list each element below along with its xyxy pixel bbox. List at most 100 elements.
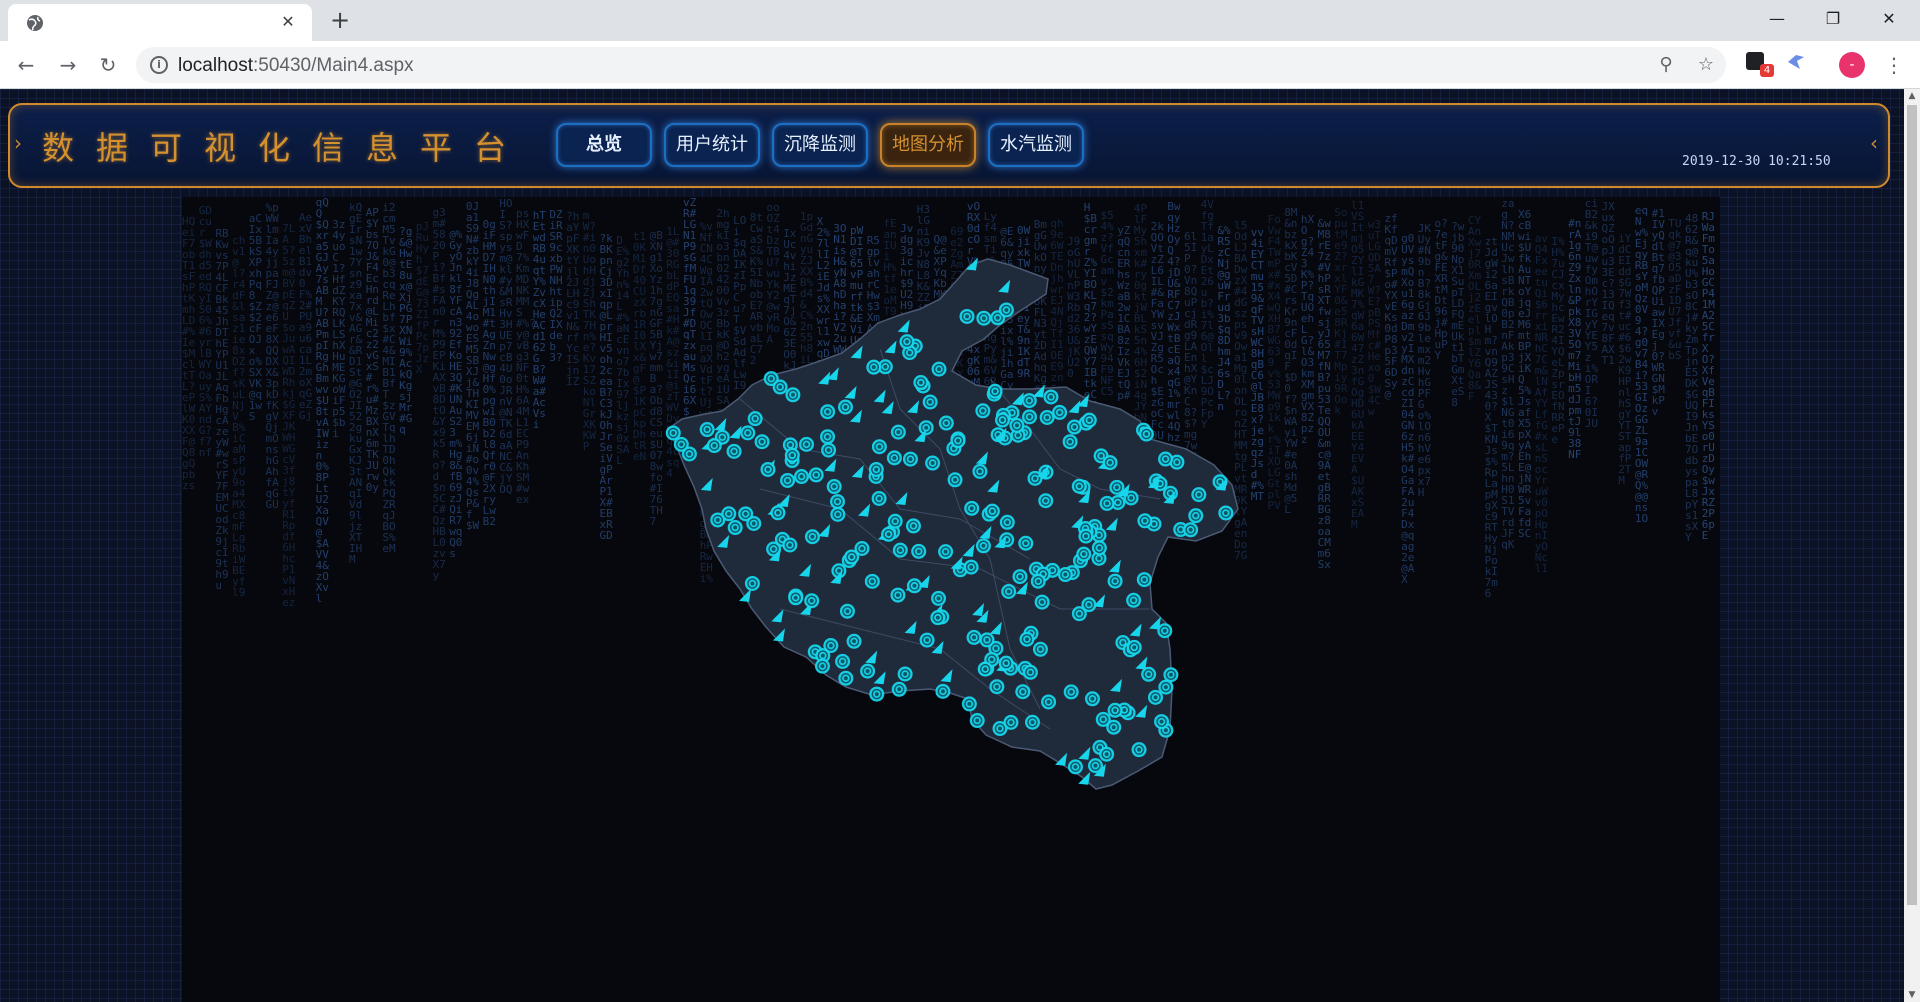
browser-tab[interactable]: ✕ <box>8 4 312 41</box>
map-marker-pin[interactable] <box>814 658 830 674</box>
map-marker-pin[interactable] <box>804 529 820 545</box>
map-marker-pin[interactable] <box>977 661 993 677</box>
map-marker-pin[interactable] <box>922 394 938 410</box>
zoom-icon[interactable]: ⚲ <box>1656 55 1676 75</box>
map-marker-pin[interactable] <box>826 479 842 495</box>
map-marker-pin[interactable] <box>788 590 804 606</box>
map-marker-pin[interactable] <box>1019 631 1035 647</box>
map-marker-pin[interactable] <box>1136 572 1152 588</box>
map-marker-pin[interactable] <box>959 308 975 324</box>
map-marker-pin[interactable] <box>919 632 935 648</box>
map-marker-pin[interactable] <box>760 461 776 477</box>
map-marker-pin[interactable] <box>906 578 922 594</box>
nav-user-stats[interactable]: 用户统计 <box>664 123 760 167</box>
map-marker-pin[interactable] <box>699 422 715 438</box>
reload-icon[interactable]: ↻ <box>94 51 122 79</box>
map-marker-pin[interactable] <box>754 434 770 450</box>
map-marker-pin[interactable] <box>963 559 979 575</box>
map-marker-pin[interactable] <box>1015 684 1031 700</box>
map-marker-pin[interactable] <box>830 506 846 522</box>
map-marker-pin[interactable] <box>931 590 947 606</box>
star-icon[interactable]: ☆ <box>1696 55 1716 75</box>
map-marker-pin[interactable] <box>918 420 934 436</box>
map-marker-pin[interactable] <box>998 302 1014 318</box>
map-marker-pin[interactable] <box>1163 667 1179 683</box>
map-marker-pin[interactable] <box>999 514 1015 530</box>
map-marker-pin[interactable] <box>782 537 798 553</box>
map-marker-pin[interactable] <box>905 518 921 534</box>
map-marker-pin[interactable] <box>808 467 824 483</box>
map-marker-pin[interactable] <box>665 425 681 441</box>
map-marker-pin[interactable] <box>1106 719 1122 735</box>
map-marker-pin[interactable] <box>881 526 897 542</box>
map-marker-pin[interactable] <box>938 415 954 431</box>
map-marker-pin[interactable] <box>947 472 963 488</box>
map-marker-pin[interactable] <box>972 463 988 479</box>
map-marker-pin[interactable] <box>839 603 855 619</box>
profile-avatar[interactable]: - <box>1839 52 1865 78</box>
map-marker-pin[interactable] <box>1107 573 1123 589</box>
map-marker-pin[interactable] <box>744 575 760 591</box>
nav-settlement[interactable]: 沉降监测 <box>772 123 868 167</box>
map-marker-pin[interactable] <box>897 666 913 682</box>
map-marker-pin[interactable] <box>869 686 885 702</box>
url-text[interactable]: localhost:50430/Main4.aspx <box>178 55 414 77</box>
restore-icon[interactable]: ❐ <box>1810 0 1856 37</box>
map-marker-pin[interactable] <box>890 424 906 440</box>
map-marker-pin[interactable] <box>784 447 800 463</box>
map-marker-pin[interactable] <box>1066 419 1082 435</box>
map-marker-pin[interactable] <box>931 361 947 377</box>
map-marker-pin[interactable] <box>1018 535 1034 551</box>
scroll-down-icon[interactable]: ▼ <box>1904 988 1920 1002</box>
scroll-up-icon[interactable]: ▲ <box>1904 89 1920 103</box>
kebab-menu-icon[interactable]: ⋮ <box>1884 51 1904 79</box>
map-marker-pin[interactable] <box>820 429 836 445</box>
map-marker-pin[interactable] <box>780 472 796 488</box>
map-marker-pin[interactable] <box>830 494 846 510</box>
map-marker-pin[interactable] <box>1062 434 1078 450</box>
map-marker-pin[interactable] <box>799 436 815 452</box>
map-marker-pin[interactable] <box>1148 689 1164 705</box>
map-marker-pin[interactable] <box>837 399 853 415</box>
map-marker-pin[interactable] <box>902 451 918 467</box>
map-marker-pin[interactable] <box>930 610 946 626</box>
close-icon[interactable]: ✕ <box>278 12 298 32</box>
nav-vapor[interactable]: 水汽监测 <box>988 123 1084 167</box>
map-marker-pin[interactable] <box>1109 479 1125 495</box>
map-marker-pin[interactable] <box>772 379 788 395</box>
map-marker-pin[interactable] <box>987 383 1003 399</box>
map-marker-pin[interactable] <box>844 549 860 565</box>
map-marker-pin[interactable] <box>1087 758 1103 774</box>
map-marker-pin[interactable] <box>804 593 820 609</box>
map-marker-pin[interactable] <box>984 503 1000 519</box>
map-marker-pin[interactable] <box>887 513 903 529</box>
map-marker-pin[interactable] <box>1021 393 1037 409</box>
map-marker-pin[interactable] <box>1081 597 1097 613</box>
map-marker-pin[interactable] <box>892 542 908 558</box>
map-marker-pin[interactable] <box>846 633 862 649</box>
map-marker-pin[interactable] <box>1099 495 1115 511</box>
map-marker-pin[interactable] <box>710 512 726 528</box>
minimize-icon[interactable]: — <box>1754 0 1800 37</box>
map-marker-pin[interactable] <box>938 544 954 560</box>
map-marker-pin[interactable] <box>864 573 880 589</box>
map-marker-pin[interactable] <box>1102 455 1118 471</box>
map-marker-pin[interactable] <box>1158 451 1174 467</box>
map-marker-pin[interactable] <box>925 455 941 471</box>
map-marker-pin[interactable] <box>1183 522 1199 538</box>
map-marker-pin[interactable] <box>868 461 884 477</box>
address-bar[interactable]: i localhost:50430/Main4.aspx ⚲ ☆ <box>136 47 1726 83</box>
map-marker-pin[interactable] <box>1084 691 1100 707</box>
map-marker-pin[interactable] <box>1024 714 1040 730</box>
map-marker-pin[interactable] <box>975 538 991 554</box>
map-marker-pin[interactable] <box>1188 508 1204 524</box>
map-marker-pin[interactable] <box>1076 546 1092 562</box>
map-marker-pin[interactable] <box>821 442 837 458</box>
map-marker-pin[interactable] <box>1009 417 1025 433</box>
map-marker-pin[interactable] <box>770 505 786 521</box>
map-marker-pin[interactable] <box>1081 412 1097 428</box>
map-marker-pin[interactable] <box>998 655 1014 671</box>
map-marker-pin[interactable] <box>1218 505 1234 521</box>
map-marker-pin[interactable] <box>1126 639 1142 655</box>
window-close-icon[interactable]: ✕ <box>1866 0 1912 37</box>
